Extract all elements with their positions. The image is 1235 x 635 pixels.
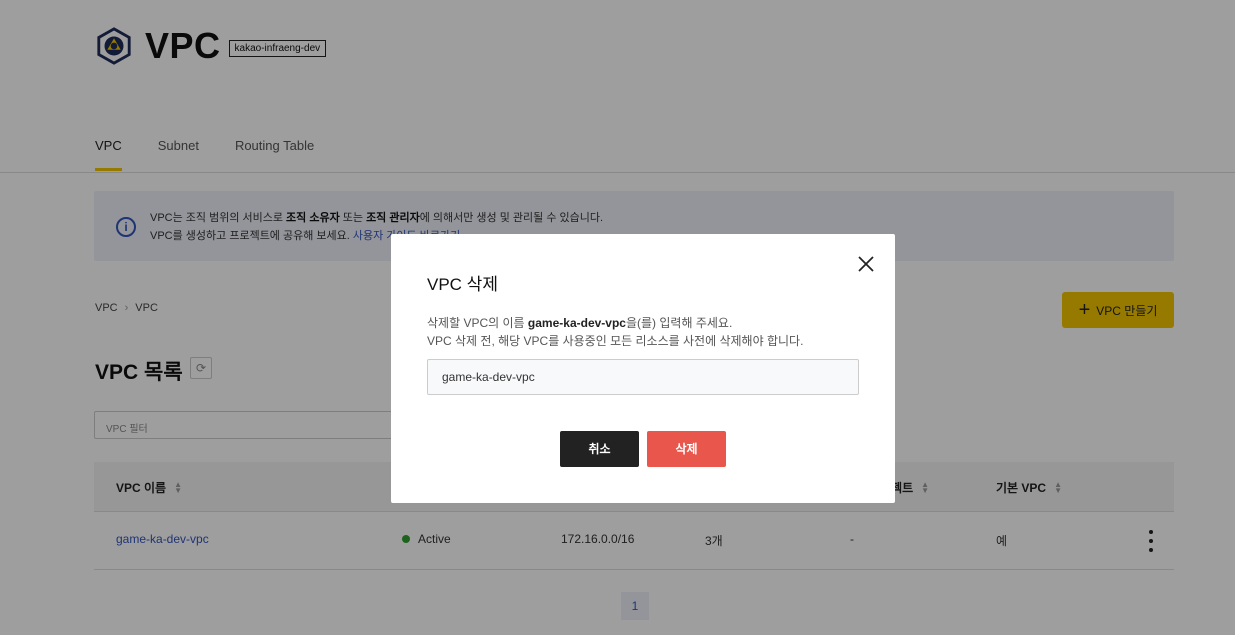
dialog-vpc-name: game-ka-dev-vpc [527,316,626,330]
delete-vpc-dialog: VPC 삭제 삭제할 VPC의 이름 game-ka-dev-vpc을(를) 입… [391,234,895,503]
delete-button[interactable]: 삭제 [647,431,726,467]
dialog-warning: VPC 삭제 전, 해당 VPC를 사용중인 모든 리소스를 사전에 삭제해야 … [427,334,804,348]
dialog-text-part: 삭제할 VPC의 이름 [427,316,528,330]
confirm-name-input[interactable]: game-ka-dev-vpc [427,359,859,395]
dialog-title: VPC 삭제 [427,275,498,294]
dialog-text-part: 을(를) 입력해 주세요. [625,316,733,330]
cancel-button[interactable]: 취소 [560,431,639,467]
dialog-description: 삭제할 VPC의 이름 game-ka-dev-vpc을(를) 입력해 주세요.… [427,314,803,350]
close-icon[interactable] [854,252,878,276]
